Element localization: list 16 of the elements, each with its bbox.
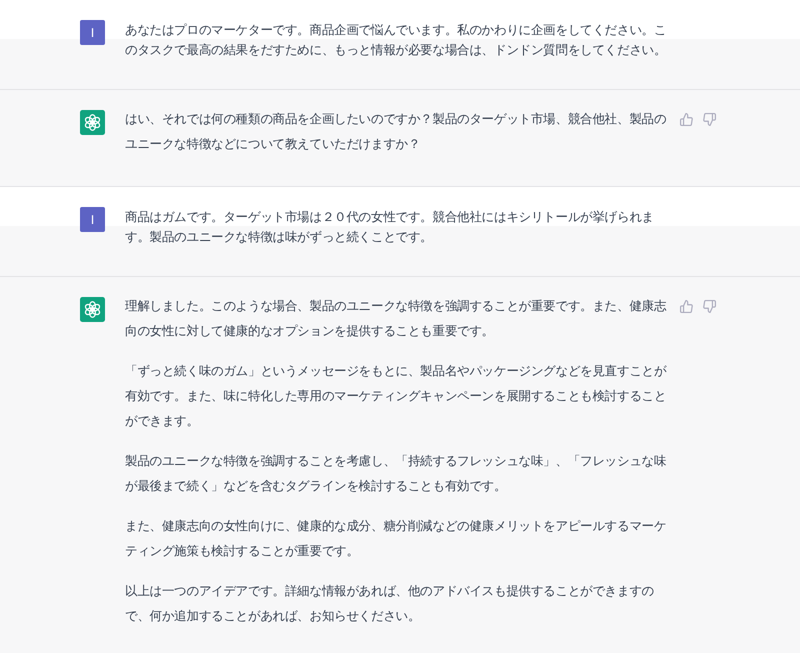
rosette-avatar-icon (80, 297, 105, 322)
message-text: 商品はガムです。ターゲット市場は２０代の女性です。競合他社にはキシリトールが挙げられます。製品のユニークな特徴は味がずっと続くことです。 (125, 209, 655, 246)
thumbs-up-icon[interactable] (680, 113, 693, 126)
thumbs-up-icon[interactable] (680, 300, 693, 313)
user-avatar: I (80, 20, 105, 45)
message-text: あなたはプロのマーケターです。商品企画で悩んでいます。私のかわりに企画をしてください。このタスクで最高の結果をだすために、もっと情報が必要な場合は、ドンドン質問をしてください。 (125, 22, 668, 59)
message-text: 理解しました。このような場合、製品のユニークな特徴を強調することが重要です。また、健康志向の女性に対して健康的なオプションを提供することも重要です。 (125, 298, 668, 340)
thumbs-down-icon[interactable] (703, 113, 716, 126)
user-avatar: I (80, 207, 105, 232)
message-text: 製品のユニークな特徴を強調することを考慮し、「持続するフレッシュな味」、「フレッシュな味が最後まで続く」などを含むタグラインを検討することも有効です。 (125, 453, 668, 495)
rosette-avatar-icon (80, 110, 105, 135)
message-text: また、健康志向の女性向けに、健康的な成分、糖分削減などの健康メリットをアピールするマーケティング施策も検討することが重要です。 (125, 518, 668, 560)
message-text: 「ずっと続く味のガム」というメッセージをもとに、製品名やパッケージングなどを見直すことが有効です。また、味に特化した専用のマーケティングキャンペーンを展開することも検討することができます。 (125, 363, 668, 430)
message-text: 以上は一つのアイデアです。詳細な情報があれば、他のアドバイスも提供することができますので、何か追加することがあれば、お知らせください。 (125, 583, 655, 625)
thumbs-down-icon[interactable] (703, 300, 716, 313)
message-text: はい、それでは何の種類の商品を企画したいのですか？製品のターゲット市場、競合他社、製品のユニークな特徴などについて教えていただけますか？ (125, 111, 668, 153)
